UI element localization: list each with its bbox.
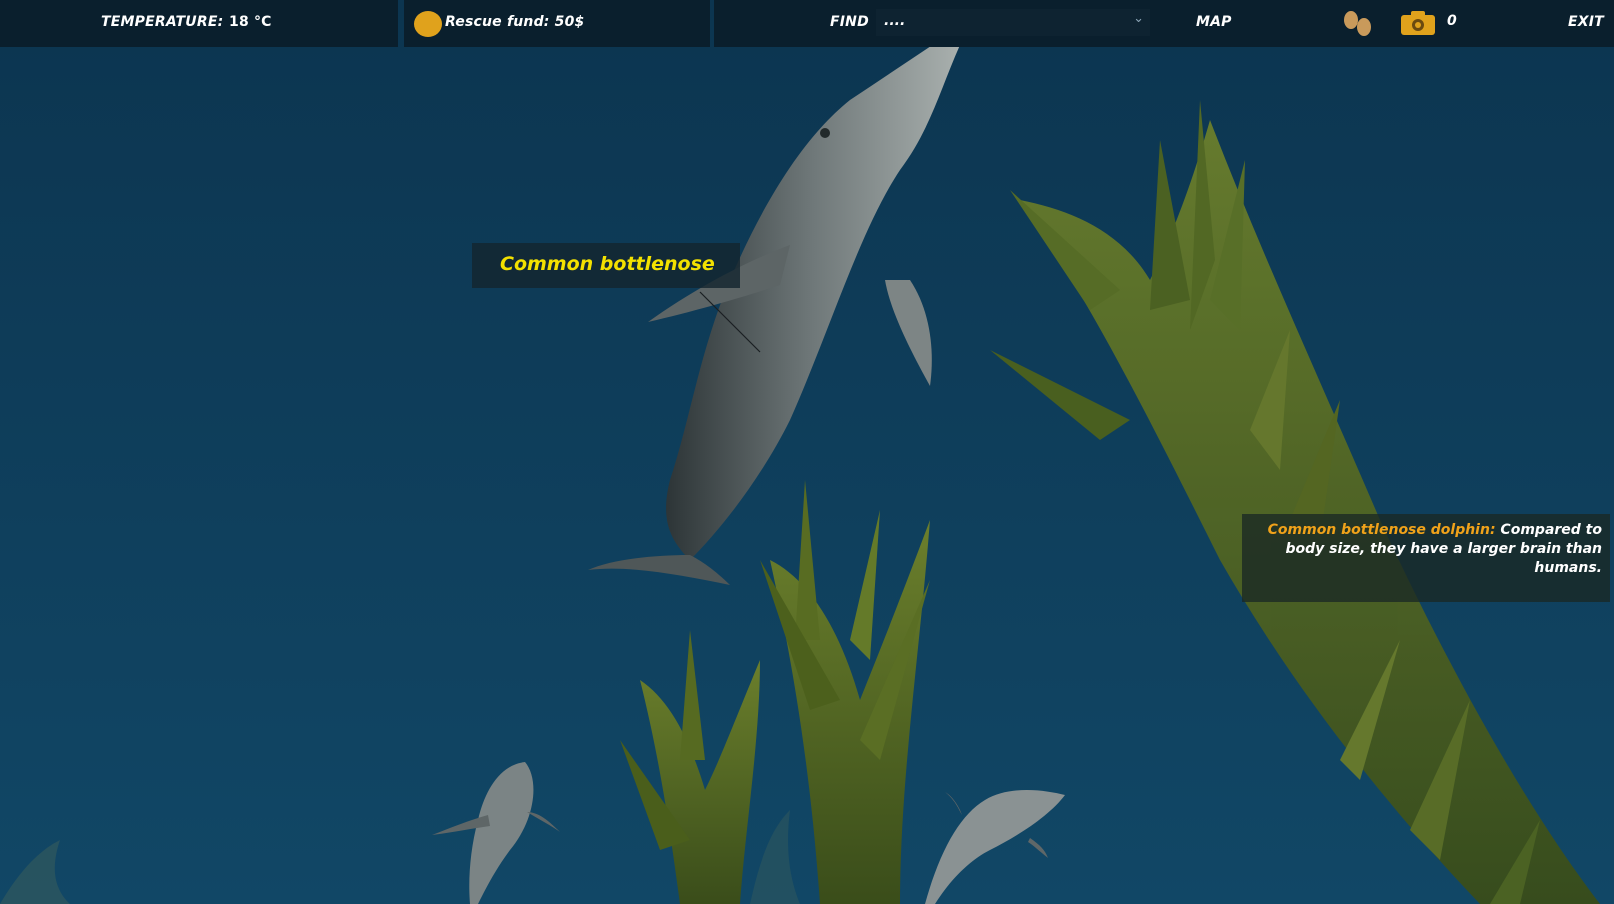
temperature-label: TEMPERATURE: [101,14,224,30]
fact-panel: Common bottlenose dolphin: Compared to b… [1242,514,1610,602]
dolphin-eye [820,128,830,138]
fact-text: Common bottlenose dolphin: Compared to b… [1252,521,1602,578]
species-label-box[interactable]: Common bottlenose [472,243,740,288]
chevron-down-icon: ⌄ [1133,11,1144,26]
camera-count: 0 [1447,13,1457,29]
species-label: Common bottlenose [500,253,715,275]
underwater-scene [0,0,1614,904]
find-dropdown[interactable]: .... ⌄ [876,9,1150,36]
fact-species-name: Common bottlenose dolphin: [1267,522,1496,538]
map-button[interactable]: MAP [1196,14,1232,30]
exit-button[interactable]: EXIT [1568,14,1604,30]
find-label: FIND [830,14,869,30]
camera-icon[interactable] [1400,10,1436,36]
find-dropdown-value: .... [884,13,906,29]
footprints-icon[interactable] [1339,10,1375,38]
coin-icon [414,11,442,37]
temperature-value: 18 °C [229,14,272,30]
rescue-fund: Rescue fund: 50$ [445,14,585,30]
